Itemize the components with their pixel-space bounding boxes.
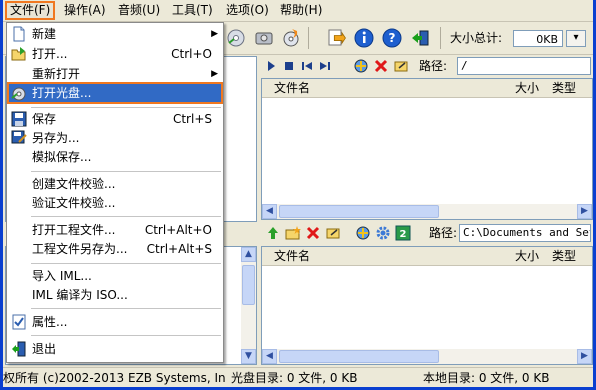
submenu-arrow-icon: ▶	[211, 69, 218, 79]
help-icon[interactable]: ?	[381, 27, 403, 49]
menu-tools[interactable]: 工具(T)	[168, 2, 217, 19]
menu-item-save[interactable]: 保存 Ctrl+S	[8, 109, 222, 129]
scroll-thumb[interactable]	[242, 265, 255, 305]
scroll-right-button[interactable]: ▶	[577, 204, 592, 219]
check-disc-icon[interactable]	[225, 27, 247, 49]
menu-separator	[31, 308, 221, 309]
save-disk-icon	[11, 111, 27, 127]
save-as-icon	[11, 130, 27, 146]
menu-item-open-disc[interactable]: 打开光盘...	[7, 82, 223, 104]
menu-item-verify-checksum[interactable]: 验证文件校验...	[8, 193, 222, 213]
iso-horizontal-scrollbar[interactable]: ◀ ▶	[262, 204, 592, 219]
size-total-label: 大小总计:	[450, 31, 503, 45]
previous-icon[interactable]	[301, 60, 313, 72]
submenu-arrow-icon: ▶	[211, 29, 218, 39]
exit-icon[interactable]	[409, 27, 431, 49]
burn-icon[interactable]	[280, 27, 302, 49]
mount-disc-icon[interactable]	[253, 27, 275, 49]
iso-col-size[interactable]: 大小	[515, 79, 539, 97]
local-col-filename[interactable]: 文件名	[274, 247, 310, 265]
toolbar-separator	[308, 27, 309, 49]
menu-item-create-checksum[interactable]: 创建文件校验...	[8, 174, 222, 194]
next-icon[interactable]	[319, 60, 331, 72]
svg-text:2: 2	[400, 229, 407, 240]
menu-item-simulate-save[interactable]: 模拟保存...	[8, 147, 222, 167]
local-path-field[interactable]: C:\Documents and Sett	[459, 224, 591, 242]
menu-separator	[31, 107, 221, 108]
iso-path-label: 路径:	[419, 59, 448, 73]
add-to-image-icon[interactable]	[355, 225, 371, 241]
menu-item-reopen[interactable]: 重新打开 ▶	[8, 64, 222, 84]
new-folder-icon[interactable]	[285, 225, 301, 241]
menu-separator	[31, 216, 221, 217]
local-path-label: 路径:	[429, 226, 458, 240]
info-icon[interactable]	[353, 27, 375, 49]
exit-door-icon	[11, 341, 27, 357]
new-document-icon	[11, 26, 27, 42]
iso-col-type[interactable]: 类型	[552, 79, 576, 97]
menu-action[interactable]: 操作(A)	[60, 2, 110, 19]
local-horizontal-scrollbar[interactable]: ◀ ▶	[262, 349, 592, 364]
up-folder-icon[interactable]	[265, 225, 281, 241]
menu-separator	[31, 263, 221, 264]
local-col-type[interactable]: 类型	[552, 247, 576, 265]
menu-item-properties[interactable]: 属性...	[8, 312, 222, 332]
menu-item-save-as[interactable]: 另存为...	[8, 128, 222, 148]
menu-file[interactable]: 文件(F)	[4, 1, 56, 20]
open-disc-icon	[11, 85, 27, 101]
compress-icon[interactable]	[325, 27, 347, 49]
size-dropdown-button[interactable]: ▾	[566, 30, 586, 47]
rename-icon[interactable]	[325, 225, 341, 241]
local-column-header: 文件名 大小 类型	[262, 247, 592, 266]
status-copyright: 权所有 (c)2002-2013 EZB Systems, In	[3, 371, 226, 385]
menu-options[interactable]: 选项(O)	[222, 2, 273, 19]
play-icon[interactable]	[265, 60, 277, 72]
status-disc-directory: 光盘目录: 0 文件, 0 KB	[231, 371, 358, 385]
local-col-size[interactable]: 大小	[515, 247, 539, 265]
menu-audio[interactable]: 音频(U)	[114, 2, 164, 19]
scroll-left-button[interactable]: ◀	[262, 349, 277, 364]
iso-column-header: 文件名 大小 类型	[262, 79, 592, 98]
iso-path-field[interactable]: /	[457, 57, 591, 75]
menubar: 文件(F) 操作(A) 音频(U) 工具(T) 选项(O) 帮助(H)	[3, 0, 593, 22]
scroll-right-button[interactable]: ▶	[577, 349, 592, 364]
tree-vertical-scrollbar[interactable]: ▲ ▼	[241, 247, 256, 364]
menu-item-open[interactable]: 打开... Ctrl+O	[8, 44, 222, 64]
add-files-icon[interactable]	[353, 58, 369, 74]
scroll-thumb[interactable]	[279, 350, 439, 363]
menu-separator	[31, 171, 221, 172]
file-menu: 新建 ▶ 打开... Ctrl+O 重新打开 ▶ 打开光盘... 保存 Ctrl…	[6, 22, 224, 363]
delete-icon[interactable]	[373, 58, 389, 74]
scroll-thumb[interactable]	[279, 205, 439, 218]
open-folder-icon	[11, 46, 27, 62]
menu-item-open-project[interactable]: 打开工程文件... Ctrl+Alt+O	[8, 220, 222, 240]
app-window: 文件(F) 操作(A) 音频(U) 工具(T) 选项(O) 帮助(H) ? 大小…	[3, 0, 593, 387]
toolbar-separator	[440, 27, 441, 49]
menu-item-save-project-as[interactable]: 工程文件另存为... Ctrl+Alt+S	[8, 239, 222, 259]
scroll-down-button[interactable]: ▼	[241, 349, 256, 364]
menu-item-compile-iml[interactable]: IML 编译为 ISO...	[8, 285, 222, 305]
menu-item-new[interactable]: 新建 ▶	[8, 24, 222, 44]
stop-icon[interactable]	[283, 60, 295, 72]
iso-file-list[interactable]: 文件名 大小 类型 ◀ ▶	[261, 78, 593, 220]
status-local-directory: 本地目录: 0 文件, 0 KB	[423, 371, 550, 385]
iso-col-filename[interactable]: 文件名	[274, 79, 310, 97]
refresh-icon[interactable]: 2	[395, 225, 411, 241]
svg-text:?: ?	[389, 31, 396, 45]
properties-checklist-icon	[11, 314, 27, 330]
iso-pane-toolbar: 路径: /	[261, 55, 593, 77]
settings-gear-icon[interactable]	[375, 225, 391, 241]
local-pane-toolbar: 2 路径: C:\Documents and Sett	[261, 222, 593, 244]
scroll-up-button[interactable]: ▲	[241, 247, 256, 262]
menu-item-exit[interactable]: 退出	[8, 339, 222, 359]
rename-icon[interactable]	[393, 58, 409, 74]
menu-separator	[31, 335, 221, 336]
menu-help[interactable]: 帮助(H)	[276, 2, 326, 19]
delete-icon[interactable]	[305, 225, 321, 241]
local-file-list[interactable]: 文件名 大小 类型 ◀ ▶	[261, 246, 593, 365]
menu-item-import-iml[interactable]: 导入 IML...	[8, 266, 222, 286]
status-bar: 权所有 (c)2002-2013 EZB Systems, In 光盘目录: 0…	[3, 367, 593, 387]
scroll-left-button[interactable]: ◀	[262, 204, 277, 219]
size-total-field: 0KB	[513, 30, 563, 47]
